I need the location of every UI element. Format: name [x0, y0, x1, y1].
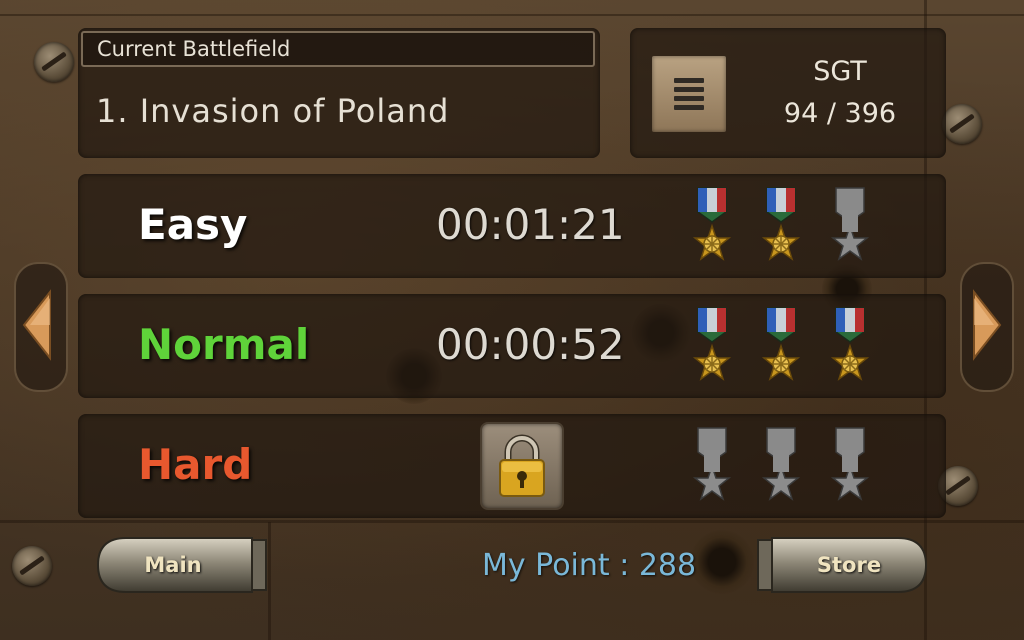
difficulty-row-hard[interactable]: Hard	[78, 414, 946, 518]
difficulty-row-easy[interactable]: Easy 00:01:21	[78, 174, 946, 278]
bullet-hole-decoration	[690, 530, 754, 594]
battlefield-panel: Current Battlefield 1. Invasion of Polan…	[78, 28, 600, 158]
medal-group	[692, 426, 892, 512]
screw-decoration	[942, 104, 982, 144]
medal-icon	[761, 306, 801, 392]
prev-battlefield-button[interactable]	[14, 262, 68, 392]
medal-icon	[761, 426, 801, 512]
medal-icon	[830, 426, 870, 512]
plate-seam	[268, 522, 271, 640]
store-button[interactable]: Store	[756, 534, 928, 596]
medal-icon	[692, 426, 732, 512]
arrow-right-icon	[973, 289, 1002, 361]
medal-icon	[692, 186, 732, 272]
best-time: 00:00:52	[436, 320, 625, 369]
difficulty-label: Easy	[138, 200, 248, 249]
medal-icon	[830, 186, 870, 272]
battlefield-header: Current Battlefield	[81, 31, 595, 67]
store-button-label: Store	[816, 553, 882, 577]
plate-seam	[0, 520, 1024, 523]
main-button[interactable]: Main	[96, 534, 268, 596]
best-time: 00:01:21	[436, 200, 625, 249]
medal-group	[692, 186, 892, 272]
medal-icon	[830, 306, 870, 392]
screw-decoration	[12, 546, 52, 586]
lock-icon	[482, 424, 562, 508]
rank-title: SGT	[813, 56, 867, 87]
medal-icon	[692, 306, 732, 392]
my-point-display: My Point : 288	[482, 548, 697, 583]
difficulty-row-normal[interactable]: Normal 00:00:52	[78, 294, 946, 398]
main-button-label: Main	[144, 553, 202, 577]
medal-icon	[761, 186, 801, 272]
rank-points: 94 / 396	[783, 98, 897, 129]
plate-seam	[0, 14, 1024, 16]
arrow-left-icon	[22, 289, 51, 361]
screw-decoration	[34, 42, 74, 82]
difficulty-label: Hard	[138, 440, 253, 489]
next-battlefield-button[interactable]	[960, 262, 1014, 392]
menu-button[interactable]	[652, 56, 726, 132]
battlefield-name: 1. Invasion of Poland	[96, 92, 450, 130]
difficulty-label: Normal	[138, 320, 310, 369]
medal-group	[692, 306, 892, 392]
rank-panel: SGT 94 / 396	[630, 28, 946, 158]
